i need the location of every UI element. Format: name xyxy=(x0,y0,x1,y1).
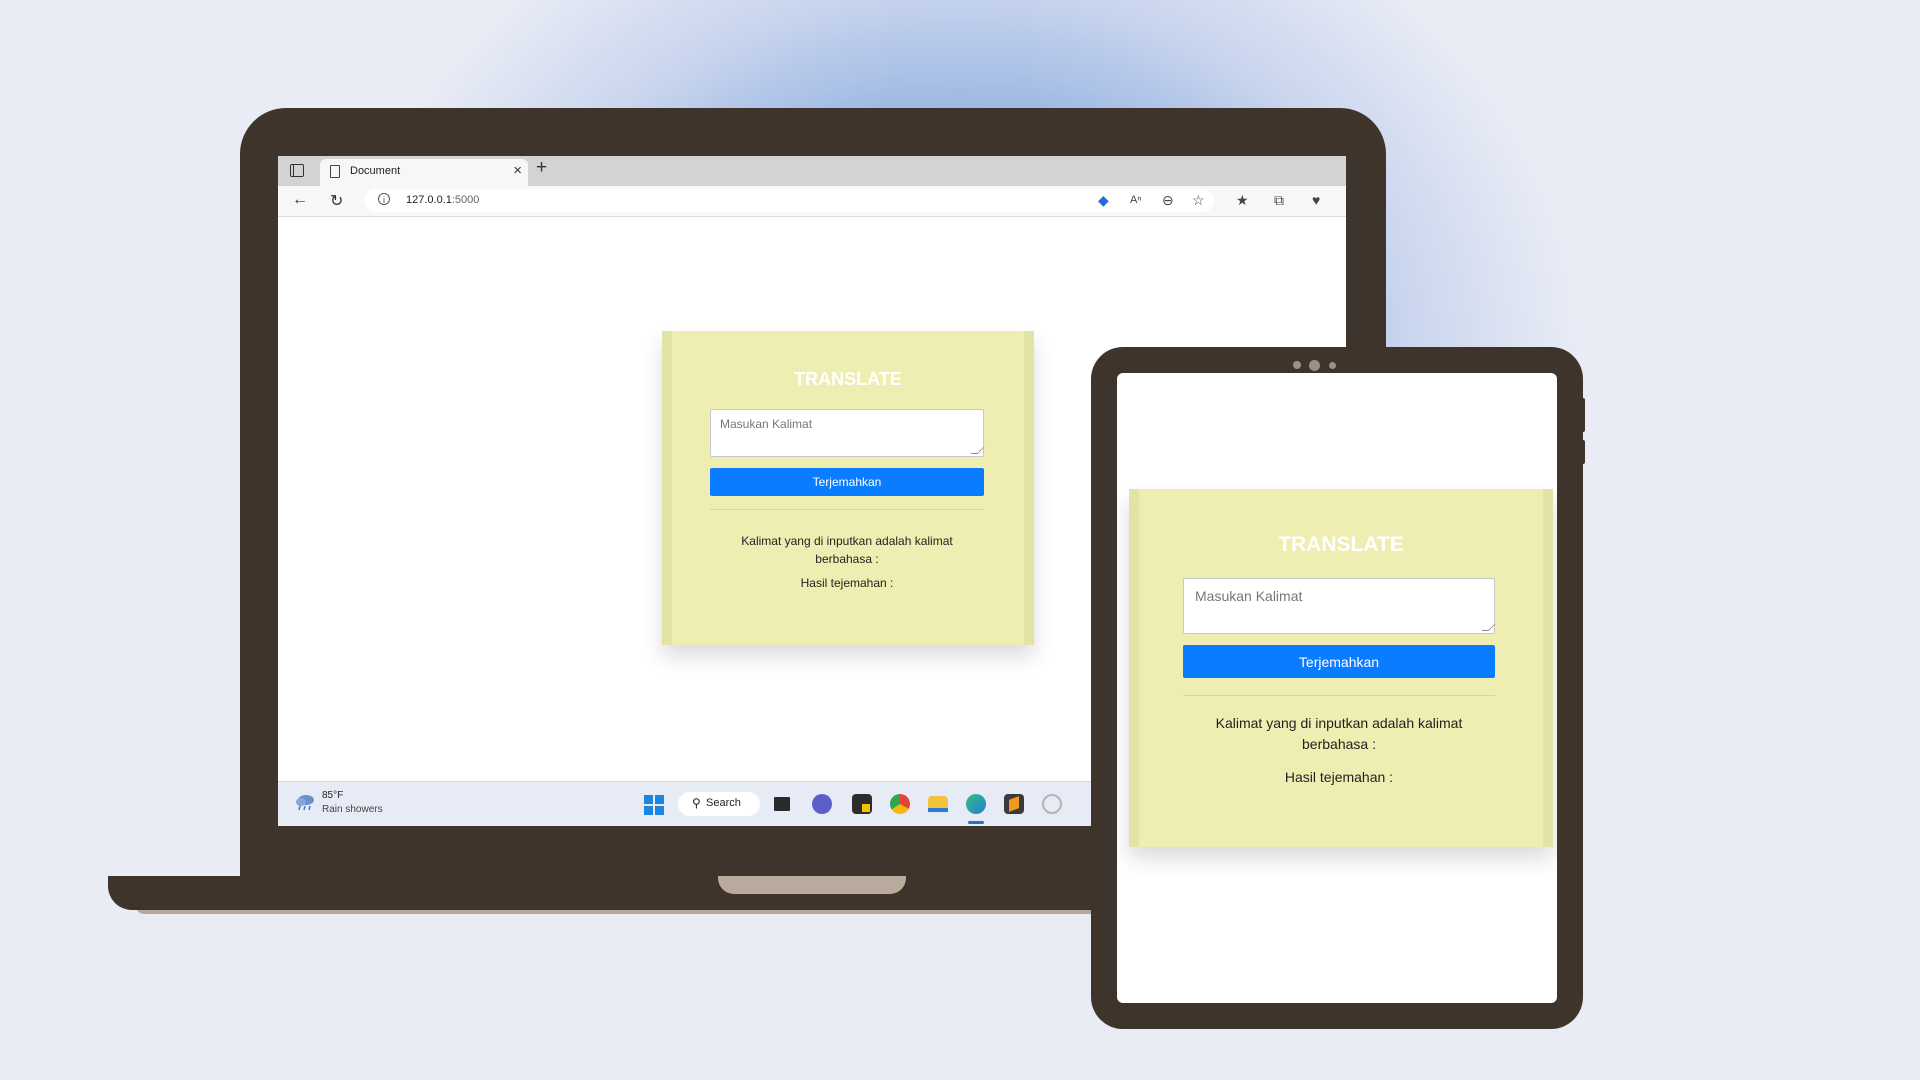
weather-temperature: 85°F xyxy=(322,790,344,801)
tab-title: Document xyxy=(350,165,401,177)
translate-button[interactable]: Terjemahkan xyxy=(1183,645,1495,678)
close-tab-icon[interactable]: × xyxy=(513,162,522,179)
translate-button[interactable]: Terjemahkan xyxy=(710,468,984,496)
tablet-screen: TRANSLATE Masukan Kalimat Terjemahkan Ka… xyxy=(1117,373,1557,1003)
card-title: TRANSLATE xyxy=(1278,533,1404,556)
zoom-out-icon[interactable]: ⊖ xyxy=(1162,193,1174,207)
divider xyxy=(1183,695,1495,696)
divider xyxy=(710,509,984,510)
back-icon[interactable]: ← xyxy=(292,191,308,209)
tablet-sensor xyxy=(1329,362,1336,369)
tablet-sensor xyxy=(1293,361,1301,369)
weather-description: Rain showers xyxy=(322,804,383,815)
search-label: Search xyxy=(706,797,741,809)
address-bar[interactable]: i 127.0.0.1:5000 xyxy=(364,189,1214,212)
shopping-tag-icon[interactable]: ◆ xyxy=(1098,193,1109,207)
tablet-frame: TRANSLATE Masukan Kalimat Terjemahkan Ka… xyxy=(1091,347,1583,1029)
search-icon: ⚲ xyxy=(692,796,701,810)
translation-result-label: Hasil tejemahan : xyxy=(800,576,894,590)
taskbar-search[interactable]: ⚲ Search xyxy=(678,792,760,816)
windows-start-icon[interactable] xyxy=(644,795,664,815)
favorites-icon[interactable]: ★ xyxy=(1236,193,1249,207)
tablet-camera xyxy=(1309,360,1320,371)
sticky-notes-icon[interactable] xyxy=(852,794,872,814)
browser-tab[interactable]: Document × xyxy=(320,159,528,186)
add-favorite-icon[interactable]: ☆ xyxy=(1192,193,1205,207)
browser-essentials-icon[interactable]: ♥ xyxy=(1312,193,1320,207)
edge-icon[interactable] xyxy=(966,794,986,814)
translate-card: TRANSLATE Masukan Kalimat Terjemahkan Ka… xyxy=(1129,489,1553,847)
card-title: TRANSLATE xyxy=(794,369,902,389)
page-icon xyxy=(330,165,340,178)
task-view-icon[interactable] xyxy=(774,797,790,811)
info-icon[interactable]: i xyxy=(378,193,390,205)
refresh-icon[interactable]: ↻ xyxy=(330,191,343,211)
detected-language-text: Kalimat yang di inputkan adalah kalimat … xyxy=(1215,715,1463,752)
rain-cloud-icon[interactable] xyxy=(294,793,316,811)
tab-bar: Document × + xyxy=(278,156,1346,186)
chrome-icon[interactable] xyxy=(890,794,910,814)
collections-icon[interactable]: ⧉ xyxy=(1274,193,1284,207)
address-toolbar: ← ↻ i 127.0.0.1:5000 ◆ Aⁿ ⊖ ☆ ★ ⧉ ♥ xyxy=(278,186,1346,217)
translate-card: TRANSLATE Masukan Kalimat Terjemahkan Ka… xyxy=(662,331,1034,645)
file-explorer-icon[interactable] xyxy=(928,796,948,812)
tab-actions-icon[interactable] xyxy=(290,164,304,177)
sublime-text-icon[interactable] xyxy=(1004,794,1024,814)
fingerprint-icon[interactable] xyxy=(1042,794,1062,814)
read-aloud-icon[interactable]: Aⁿ xyxy=(1130,193,1141,207)
sentence-input[interactable]: Masukan Kalimat xyxy=(1183,578,1495,634)
laptop-notch xyxy=(718,876,906,894)
teams-chat-icon[interactable] xyxy=(812,794,832,814)
active-app-indicator xyxy=(968,821,984,824)
sentence-input[interactable]: Masukan Kalimat xyxy=(710,409,984,457)
url-text: 127.0.0.1:5000 xyxy=(406,194,480,206)
detected-language-text: Kalimat yang di inputkan adalah kalimat … xyxy=(741,534,953,566)
new-tab-icon[interactable]: + xyxy=(536,157,547,179)
translation-result-label: Hasil tejemahan : xyxy=(1284,769,1394,785)
